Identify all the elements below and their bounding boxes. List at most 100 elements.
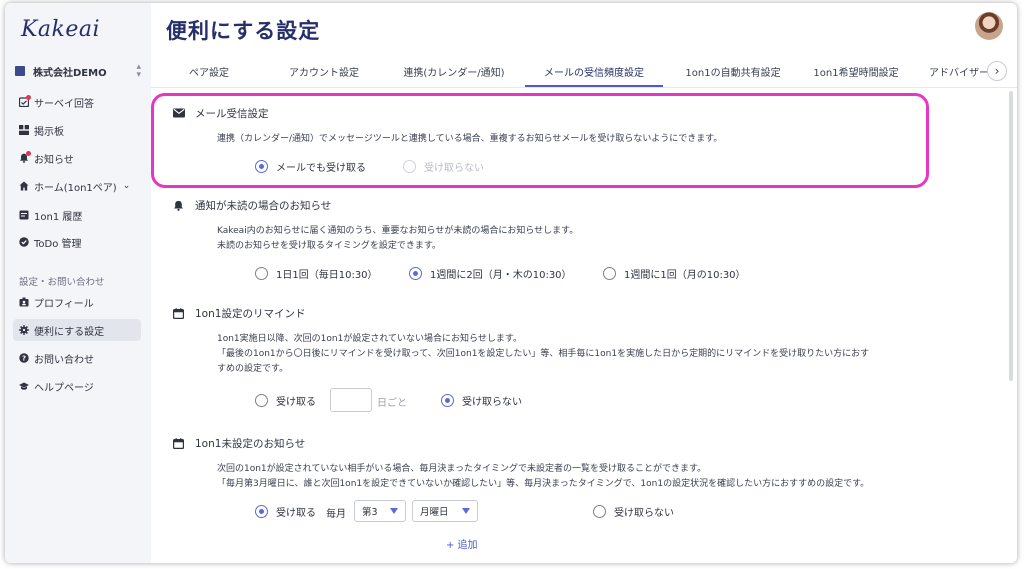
chevron-down-icon[interactable]: ⌄	[123, 181, 131, 191]
sidebar-item-label: お問い合わせ	[34, 354, 94, 366]
chevron-right-icon: ›	[994, 64, 1000, 78]
section-title-text: 通知が未読の場合のお知らせ	[195, 200, 332, 212]
unread-description-2: 未読のお知らせを受け取るタイミングを設定できます。	[217, 241, 441, 251]
gear-icon	[19, 325, 29, 335]
add-schedule-button[interactable]: + 追加	[446, 536, 478, 551]
sidebar-item-notifications[interactable]: お知らせ	[13, 147, 141, 169]
unread-notice-title: 通知が未読の場合のお知らせ	[173, 198, 331, 213]
radio-label: 受け取らない	[462, 397, 522, 408]
avatar[interactable]	[975, 12, 1003, 40]
unread-description-1: Kakeai内のお知らせに届く通知のうち、重要なお知らせが未読の場合にお知らせし…	[217, 226, 579, 236]
sidebar-item-convenience-settings[interactable]: 便利にする設定	[13, 319, 141, 341]
unset-no-receive-radio[interactable]: 受け取らない	[593, 504, 674, 519]
unset-receive-radio[interactable]: 受け取る	[255, 504, 316, 519]
radio-label: 1週間に1回（月の10:30）	[624, 270, 746, 281]
sidebar-item-contact[interactable]: ? お問い合わせ	[13, 347, 141, 369]
sidebar-item-label: サーベイ回答	[34, 98, 94, 110]
sidebar-item-label: 掲示板	[34, 126, 64, 138]
unread-dot	[26, 151, 31, 156]
section-title-text: 1on1設定のリマインド	[195, 308, 306, 320]
unset-description-1: 次回の1on1が設定されていない相手がいる場合、毎月決まったタイミングで未設定者…	[217, 464, 707, 474]
sidebar-item-history[interactable]: 1on1 履歴	[13, 204, 141, 226]
unset-notice-title: 1on1未設定のお知らせ	[172, 436, 306, 451]
sidebar-item-home[interactable]: ホーム(1on1ペア) ⌄	[13, 175, 141, 197]
radio-label: 1日1回（毎日10:30）	[276, 270, 378, 281]
sidebar-item-board[interactable]: 掲示板	[13, 119, 141, 141]
calendar-icon	[172, 308, 185, 320]
tab-auto-share[interactable]: 1on1の自動共有設定	[671, 55, 795, 87]
radio-circle	[593, 505, 606, 518]
radio-circle	[409, 267, 422, 280]
scrollbar[interactable]	[1009, 91, 1013, 381]
highlight-frame	[151, 93, 929, 188]
remind-receive-radio[interactable]: 受け取る	[255, 393, 316, 408]
main-content: 便利にする設定 ペア設定 アカウント設定 連携(カレンダー/通知) メールの受信…	[151, 3, 1017, 563]
radio-circle	[255, 267, 268, 280]
remind-description-2: 「最後の1on1から〇日後にリマインドを受け取って、次回1on1を設定したい」等…	[217, 349, 870, 359]
sidebar-item-label: 1on1 履歴	[34, 211, 83, 223]
section-title-text: 1on1未設定のお知らせ	[195, 438, 306, 450]
building-icon	[15, 66, 25, 76]
sidebar-item-label: ToDo 管理	[34, 238, 82, 250]
app-logo[interactable]: Kakeai	[21, 17, 100, 42]
bell-icon	[19, 151, 31, 163]
select-value: 第3	[362, 507, 378, 518]
profile-icon	[19, 297, 29, 307]
radio-label: 1週間に2回（月・木の10:30）	[430, 270, 572, 281]
tabs-divider	[151, 87, 1017, 88]
remind-unit-label: 日ごと	[377, 398, 407, 409]
radio-label: 受け取る	[276, 397, 316, 408]
tab-mail-frequency[interactable]: メールの受信頻度設定	[525, 55, 663, 87]
radio-label: 受け取る	[276, 508, 316, 519]
tab-preferred-time[interactable]: 1on1希望時間設定	[801, 55, 911, 87]
radio-label: 受け取らない	[614, 508, 674, 519]
tab-account-settings[interactable]: アカウント設定	[269, 55, 379, 87]
tabs-next-button[interactable]: ›	[987, 61, 1007, 81]
tab-integration[interactable]: 連携(カレンダー/通知)	[389, 55, 519, 87]
sidebar-item-label: プロフィール	[34, 298, 94, 310]
settings-tabs: ペア設定 アカウント設定 連携(カレンダー/通知) メールの受信頻度設定 1on…	[159, 55, 1011, 87]
sidebar-item-profile[interactable]: プロフィール	[13, 291, 141, 313]
radio-circle	[255, 505, 268, 518]
week-select[interactable]: 第3	[354, 500, 406, 522]
company-name: 株式会社DEMO	[33, 67, 107, 79]
unread-daily-radio[interactable]: 1日1回（毎日10:30）	[255, 266, 378, 281]
sidebar-item-survey[interactable]: サーベイ回答	[13, 91, 141, 113]
company-switcher[interactable]: 株式会社DEMO ▴ ▾	[15, 62, 143, 80]
home-icon	[19, 181, 29, 191]
sidebar-item-label: ホーム(1on1ペア)	[34, 182, 117, 194]
sidebar-item-label: 便利にする設定	[34, 326, 105, 338]
history-icon	[19, 210, 29, 220]
check-circle-icon	[19, 237, 29, 247]
unread-dot	[26, 95, 31, 100]
board-icon	[19, 125, 29, 135]
day-select[interactable]: 月曜日	[412, 500, 478, 522]
unset-description-2: 「毎月第3月曜日に、誰と次回1on1を設定できていないか確認したい」等、毎月決ま…	[217, 479, 870, 489]
caret-down-icon	[462, 508, 470, 514]
remind-description-1: 1on1実施日以降、次回の1on1が設定されていない場合にお知らせします。	[217, 334, 522, 344]
tab-pair-settings[interactable]: ペア設定	[159, 55, 259, 87]
sidebar-item-label: お知らせ	[34, 154, 74, 166]
bell-icon	[173, 200, 185, 211]
remind-days-input[interactable]	[330, 388, 372, 412]
app-window: Kakeai 株式会社DEMO ▴ ▾ サーベイ回答 掲示板 お知らせ ホーム(1…	[5, 3, 1017, 563]
remind-no-receive-radio[interactable]: 受け取らない	[441, 393, 522, 408]
monthly-label: 毎月	[326, 509, 346, 520]
settings-section-label: 設定・お問い合わせ	[19, 277, 105, 288]
unread-weekly-radio[interactable]: 1週間に1回（月の10:30）	[603, 266, 746, 281]
sidebar: Kakeai 株式会社DEMO ▴ ▾ サーベイ回答 掲示板 お知らせ ホーム(1…	[5, 3, 151, 563]
svg-text:?: ?	[22, 355, 26, 363]
unread-twice-weekly-radio[interactable]: 1週間に2回（月・木の10:30）	[409, 266, 572, 281]
radio-circle	[441, 394, 454, 407]
sidebar-item-label: ヘルプページ	[34, 382, 94, 394]
survey-icon	[18, 95, 31, 108]
sidebar-item-help[interactable]: ヘルプページ	[13, 375, 141, 397]
select-value: 月曜日	[420, 507, 449, 518]
question-icon: ?	[19, 353, 29, 363]
sidebar-item-todo[interactable]: ToDo 管理	[13, 231, 141, 253]
caret-down-icon	[390, 508, 398, 514]
remind-description-3: すめの設定です。	[217, 364, 289, 374]
radio-circle	[255, 394, 268, 407]
remind-title: 1on1設定のリマインド	[172, 306, 306, 321]
sort-icon: ▴ ▾	[136, 62, 141, 80]
